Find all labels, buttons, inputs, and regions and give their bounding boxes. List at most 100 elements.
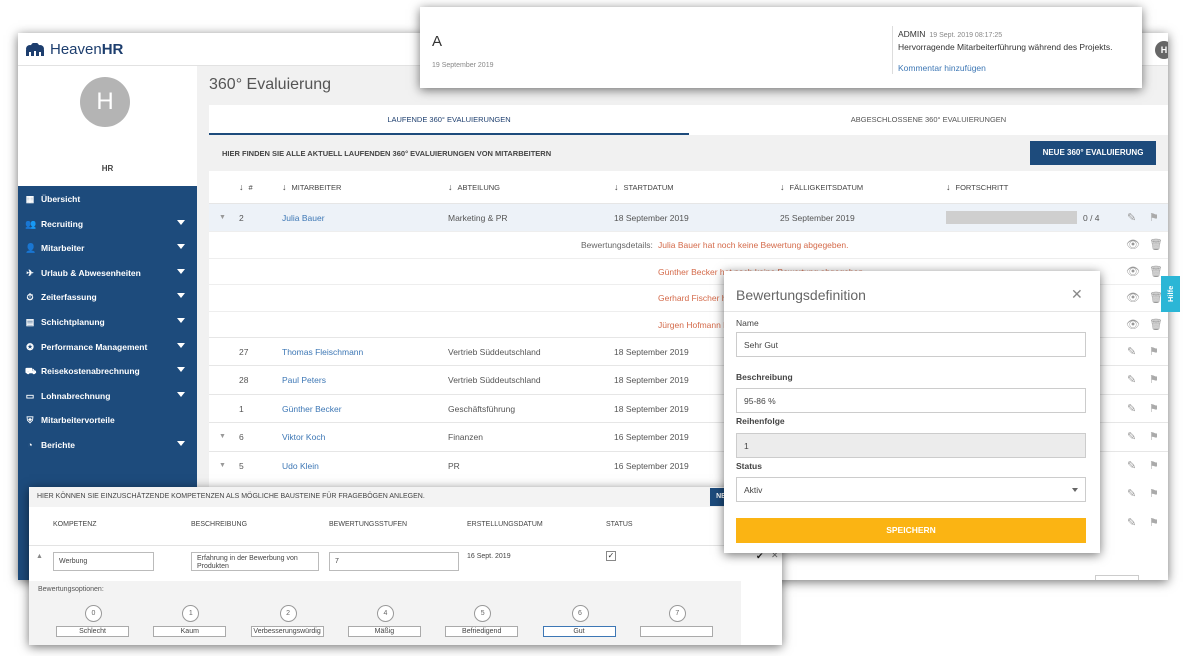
flag-icon[interactable]: ⚑ bbox=[1149, 338, 1159, 366]
column-header-department[interactable]: ↓ ABTEILUNG bbox=[448, 171, 500, 203]
employee-link[interactable]: Julia Bauer bbox=[282, 204, 325, 232]
collapse-caret-icon[interactable]: ▲ bbox=[36, 553, 43, 560]
description-label: Beschreibung bbox=[736, 372, 793, 382]
employee-link[interactable]: Udo Klein bbox=[282, 452, 319, 480]
order-label: Reihenfolge bbox=[736, 416, 785, 426]
sidebar-item-5[interactable]: ▤ Schichtplanung bbox=[18, 310, 197, 334]
edit-pencil-icon[interactable]: ✎ bbox=[1127, 452, 1136, 480]
chevron-down-icon bbox=[177, 318, 185, 323]
table-row-expanded[interactable]: ▼ 2 Julia Bauer Marketing & PR 18 Septem… bbox=[209, 203, 1168, 231]
sidebar-item-2[interactable]: 👤 Mitarbeiter bbox=[18, 236, 197, 260]
rating-option-label-input[interactable]: Verbesserungswürdig bbox=[250, 626, 324, 637]
rating-option-label-input[interactable]: Mäßig bbox=[347, 626, 421, 637]
sort-arrow-icon: ↓ bbox=[239, 182, 244, 192]
sidebar-item-9[interactable]: ⛨ Mitarbeitervorteile bbox=[18, 408, 197, 432]
close-icon[interactable]: ✕ bbox=[1071, 286, 1083, 303]
comment-timestamp: 19 Sept. 2019 08:17:25 bbox=[929, 32, 1003, 39]
rating-option-label-input[interactable]: Gut bbox=[542, 626, 616, 637]
edit-pencil-icon[interactable]: ✎ bbox=[1127, 204, 1136, 232]
rating-option-label-input[interactable]: Kaum bbox=[153, 626, 227, 637]
start-date: 16 September 2019 bbox=[614, 432, 689, 443]
flag-icon[interactable]: ⚑ bbox=[1149, 204, 1159, 232]
employee-link[interactable]: Thomas Fleischmann bbox=[282, 338, 363, 366]
user-avatar[interactable]: H bbox=[1155, 41, 1168, 59]
page-size-select[interactable]: 25 bbox=[1095, 575, 1139, 580]
sidebar-item-label: Mitarbeitervorteile bbox=[41, 415, 115, 426]
sidebar-item-6[interactable]: ✪ Performance Management bbox=[18, 335, 197, 359]
flag-icon[interactable]: ⚑ bbox=[1149, 395, 1159, 423]
stopwatch-icon: ⏱ bbox=[26, 292, 34, 303]
column-header-due-date[interactable]: ↓ FÄLLIGKEITSDATUM bbox=[780, 171, 863, 203]
sort-arrow-icon: ↓ bbox=[614, 182, 619, 192]
column-header-status: STATUS bbox=[606, 521, 633, 528]
column-header-employee[interactable]: ↓ MITARBEITER bbox=[282, 171, 341, 203]
new-evaluation-button[interactable]: NEUE 360° EVALUIERUNG bbox=[1030, 141, 1156, 165]
help-tab[interactable]: Hilfe bbox=[1161, 276, 1180, 312]
edit-pencil-icon[interactable]: ✎ bbox=[1127, 366, 1136, 394]
eye-icon[interactable]: 👁 bbox=[1126, 259, 1140, 285]
sidebar-item-3[interactable]: ✈ Urlaub & Abwesenheiten bbox=[18, 261, 197, 285]
column-header-start-date[interactable]: ↓ STARTDATUM bbox=[614, 171, 674, 203]
column-header-competence: KOMPETENZ bbox=[53, 521, 97, 528]
name-input[interactable]: Sehr Gut bbox=[736, 332, 1086, 357]
eye-icon[interactable]: 👁 bbox=[1126, 312, 1140, 338]
competence-levels-input[interactable]: 7 bbox=[329, 552, 459, 571]
eye-icon[interactable]: 👁 bbox=[1126, 285, 1140, 311]
trash-icon[interactable]: 🗑 bbox=[1149, 312, 1163, 338]
tab-running-evaluations[interactable]: LAUFENDE 360° EVALUIERUNGEN bbox=[209, 105, 689, 135]
evaluation-status-text: Jürgen Hofmann h bbox=[658, 319, 728, 330]
sidebar-item-7[interactable]: ⛟ Reisekostenabrechnung bbox=[18, 359, 197, 383]
rating-option-number: 4 bbox=[376, 605, 394, 622]
edit-pencil-icon[interactable]: ✎ bbox=[1127, 480, 1136, 508]
rating-option-label-input[interactable]: Schlecht bbox=[56, 626, 129, 637]
tab-completed-evaluations[interactable]: ABGESCHLOSSENE 360° EVALUIERUNGEN bbox=[689, 105, 1168, 135]
flag-icon[interactable]: ⚑ bbox=[1149, 509, 1159, 537]
employee-link[interactable]: Günther Becker bbox=[282, 395, 342, 423]
competence-name-input[interactable]: Werbung bbox=[53, 552, 154, 571]
sidebar-item-4[interactable]: ⏱ Zeiterfassung bbox=[18, 285, 197, 309]
rating-option-label-input[interactable] bbox=[639, 626, 713, 637]
flag-icon[interactable]: ⚑ bbox=[1149, 423, 1159, 451]
department: Vertrieb Süddeutschland bbox=[448, 375, 541, 386]
edit-pencil-icon[interactable]: ✎ bbox=[1127, 395, 1136, 423]
rating-option-number: 7 bbox=[668, 605, 686, 622]
rating-option-number: 2 bbox=[279, 605, 297, 622]
flag-icon[interactable]: ⚑ bbox=[1149, 480, 1159, 508]
flag-icon[interactable]: ⚑ bbox=[1149, 452, 1159, 480]
row-number: 28 bbox=[239, 375, 249, 386]
add-comment-link[interactable]: Kommentar hinzufügen bbox=[898, 63, 986, 73]
heavenhr-logo-icon bbox=[26, 42, 44, 56]
expand-caret-icon[interactable]: ▼ bbox=[219, 423, 226, 451]
logo[interactable]: HeavenHR bbox=[24, 41, 123, 58]
column-header-number[interactable]: ↓ # bbox=[239, 171, 253, 203]
status-checkbox[interactable]: ✓ bbox=[606, 551, 616, 561]
department: Geschäftsführung bbox=[448, 403, 516, 414]
competence-description-input[interactable]: Erfahrung in der Bewerbung von Produkten bbox=[191, 552, 319, 571]
employee-link[interactable]: Paul Peters bbox=[282, 366, 326, 394]
comment-author: ADMIN 19 Sept. 2019 08:17:25 bbox=[898, 29, 1003, 39]
profile-avatar[interactable]: H bbox=[80, 77, 130, 127]
column-header-levels: BEWERTUNGSSTUFEN bbox=[329, 521, 408, 528]
rating-option-label-input[interactable]: Befriedigend bbox=[445, 626, 519, 637]
description-textarea[interactable]: 95-86 % bbox=[736, 388, 1086, 413]
flag-icon[interactable]: ⚑ bbox=[1149, 366, 1159, 394]
sidebar-item-10[interactable]: ◔ Berichte bbox=[18, 433, 197, 457]
rating-options-label: Bewertungsoptionen: bbox=[38, 586, 104, 593]
save-button[interactable]: SPEICHERN bbox=[736, 518, 1086, 543]
edit-pencil-icon[interactable]: ✎ bbox=[1127, 423, 1136, 451]
sidebar-item-8[interactable]: ▭ Lohnabrechnung bbox=[18, 384, 197, 408]
employee-link[interactable]: Viktor Koch bbox=[282, 423, 325, 451]
evaluation-status-text: Gerhard Fischer h bbox=[658, 293, 727, 303]
edit-pencil-icon[interactable]: ✎ bbox=[1127, 509, 1136, 537]
column-header-progress[interactable]: ↓ FORTSCHRITT bbox=[946, 171, 1008, 203]
sidebar-item-1[interactable]: 👥 Recruiting bbox=[18, 212, 197, 236]
edit-pencil-icon[interactable]: ✎ bbox=[1127, 338, 1136, 366]
name-label: Name bbox=[736, 318, 759, 328]
expand-caret-icon[interactable]: ▼ bbox=[219, 452, 226, 480]
sidebar-item-label: Lohnabrechnung bbox=[41, 390, 111, 401]
eye-icon[interactable]: 👁 bbox=[1126, 232, 1140, 258]
sidebar-item-0[interactable]: ▦ Übersicht bbox=[18, 187, 197, 211]
status-select[interactable]: Aktiv bbox=[736, 477, 1086, 502]
collapse-caret-icon[interactable]: ▼ bbox=[219, 204, 226, 232]
trash-icon[interactable]: 🗑 bbox=[1149, 232, 1163, 258]
